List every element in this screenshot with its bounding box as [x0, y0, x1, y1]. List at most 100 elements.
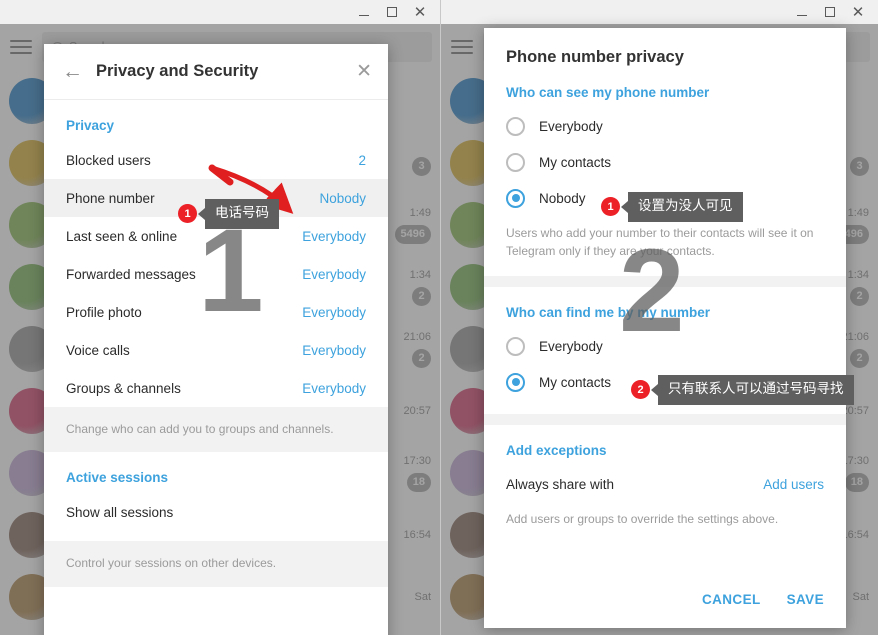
chat-timestamp: 1:49 [847, 206, 869, 219]
close-icon[interactable]: ✕ [356, 62, 372, 81]
radio-see-nobody[interactable]: Nobody [484, 180, 846, 216]
unread-badge: 18 [406, 472, 431, 492]
section-separator [484, 276, 846, 287]
close-button[interactable]: ✕ [406, 0, 434, 24]
privacy-row-label: Phone number [66, 190, 155, 206]
privacy-row-last-seen-online[interactable]: Last seen & online Everybody [44, 217, 388, 255]
unread-badge: 3 [850, 156, 869, 176]
hamburger-icon[interactable] [451, 40, 473, 54]
phone-number-privacy-dialog: Phone number privacy Who can see my phon… [484, 28, 846, 628]
chat-timestamp: Sat [852, 591, 869, 603]
maximize-button[interactable] [816, 0, 844, 24]
unread-badge: 2 [850, 286, 869, 306]
left-window-titlebar: ✕ [0, 0, 440, 24]
show-all-sessions-row[interactable]: Show all sessions [44, 493, 388, 531]
radio-label: Everybody [539, 118, 603, 134]
add-exceptions-title[interactable]: Add exceptions [484, 425, 846, 466]
dialog-header: ← Privacy and Security ✕ [44, 44, 388, 100]
back-arrow-icon[interactable]: ← [62, 61, 88, 82]
radio-see-everybody[interactable]: Everybody [484, 108, 846, 144]
who-can-find-title: Who can find me by my number [506, 305, 711, 320]
minimize-button[interactable] [350, 0, 378, 24]
privacy-row-forwarded-messages[interactable]: Forwarded messages Everybody [44, 255, 388, 293]
minimize-button[interactable] [788, 0, 816, 24]
who-can-see-description: Users who add your number to their conta… [506, 226, 814, 258]
radio-see-my-contacts[interactable]: My contacts [484, 144, 846, 180]
radio-button[interactable] [506, 372, 525, 392]
chat-timestamp: 20:57 [403, 405, 431, 417]
right-window: ✕ Search Telegram TipsWelcome to Telegra… [440, 0, 878, 635]
privacy-row-label: Last seen & online [66, 228, 178, 244]
privacy-and-security-dialog: ← Privacy and Security ✕ Privacy Blocked… [44, 44, 388, 635]
privacy-row-blocked-users[interactable]: Blocked users 2 [44, 141, 388, 179]
who-can-see-title: Who can see my phone number [506, 85, 710, 100]
radio-button[interactable] [506, 188, 525, 208]
hamburger-icon[interactable] [10, 40, 32, 54]
close-icon: ✕ [851, 3, 865, 21]
privacy-row-value: Everybody [302, 342, 366, 358]
groups-note: Change who can add you to groups and cha… [44, 407, 388, 453]
close-icon: ✕ [413, 3, 427, 21]
radio-label: Nobody [539, 190, 586, 206]
page-title: Phone number privacy [506, 48, 684, 66]
radio-button[interactable] [506, 336, 525, 356]
radio-find-everybody[interactable]: Everybody [484, 328, 846, 364]
always-share-with-row: Always share with Add users [484, 466, 846, 502]
unread-badge: 2 [850, 348, 869, 368]
privacy-row-value: Everybody [302, 266, 366, 282]
radio-label: My contacts [539, 154, 612, 170]
section-separator [484, 414, 846, 425]
right-window-titlebar: ✕ [441, 0, 878, 24]
chat-timestamp: Sat [414, 591, 431, 603]
radio-button[interactable] [506, 152, 525, 172]
chat-timestamp: 21:06 [403, 330, 431, 343]
save-button[interactable]: SAVE [787, 592, 824, 607]
privacy-row-value: Everybody [302, 228, 366, 244]
privacy-row-label: Voice calls [66, 342, 130, 358]
chat-timestamp: 1:49 [409, 206, 431, 219]
unread-badge: 3 [412, 156, 431, 176]
show-all-sessions-label: Show all sessions [66, 504, 174, 520]
radio-label: My contacts [539, 374, 612, 390]
radio-find-my-contacts[interactable]: My contacts [484, 364, 846, 400]
privacy-row-value: Nobody [319, 190, 366, 206]
privacy-rows: Blocked users 2 Phone number Nobody Last see… [44, 141, 388, 407]
maximize-button[interactable] [378, 0, 406, 24]
radio-label: Everybody [539, 338, 603, 354]
who-can-see-options: Everybody My contacts Nobody [484, 108, 846, 216]
privacy-row-value: Everybody [302, 304, 366, 320]
privacy-row-label: Forwarded messages [66, 266, 196, 282]
active-sessions-title[interactable]: Active sessions [44, 452, 388, 493]
chat-timestamp: 16:54 [403, 529, 431, 541]
sessions-note: Control your sessions on other devices. [44, 541, 388, 587]
left-window: ✕ Search Telegram TipsWelcome to Telegra… [0, 0, 440, 635]
unread-badge: 5496 [394, 224, 431, 244]
screenshot-root: ✕ Search Telegram TipsWelcome to Telegra… [0, 0, 878, 635]
privacy-section-title: Privacy [66, 118, 115, 133]
unread-badge: 2 [412, 348, 431, 368]
privacy-row-voice-calls[interactable]: Voice calls Everybody [44, 331, 388, 369]
chat-timestamp: 1:34 [847, 268, 869, 281]
privacy-row-groups-channels[interactable]: Groups & channels Everybody [44, 369, 388, 407]
privacy-row-phone-number[interactable]: Phone number Nobody [44, 179, 388, 217]
who-can-find-options: Everybody My contacts [484, 328, 846, 400]
chat-list-item[interactable]: Channelt...Fri7 [441, 628, 878, 635]
privacy-row-label: Blocked users [66, 152, 151, 168]
add-users-button[interactable]: Add users [763, 477, 824, 492]
add-exceptions-description: Add users or groups to override the sett… [506, 512, 779, 526]
chat-timestamp: 1:34 [409, 268, 431, 281]
privacy-row-value: 2 [358, 152, 366, 168]
privacy-row-label: Profile photo [66, 304, 142, 320]
privacy-row-label: Groups & channels [66, 380, 181, 396]
cancel-button[interactable]: CANCEL [702, 592, 761, 607]
unread-badge: 2 [412, 286, 431, 306]
radio-button[interactable] [506, 116, 525, 136]
dialog-actions: CANCEL SAVE [484, 570, 846, 628]
privacy-row-profile-photo[interactable]: Profile photo Everybody [44, 293, 388, 331]
close-button[interactable]: ✕ [844, 0, 872, 24]
page-title: Privacy and Security [96, 62, 259, 80]
privacy-row-value: Everybody [302, 380, 366, 396]
